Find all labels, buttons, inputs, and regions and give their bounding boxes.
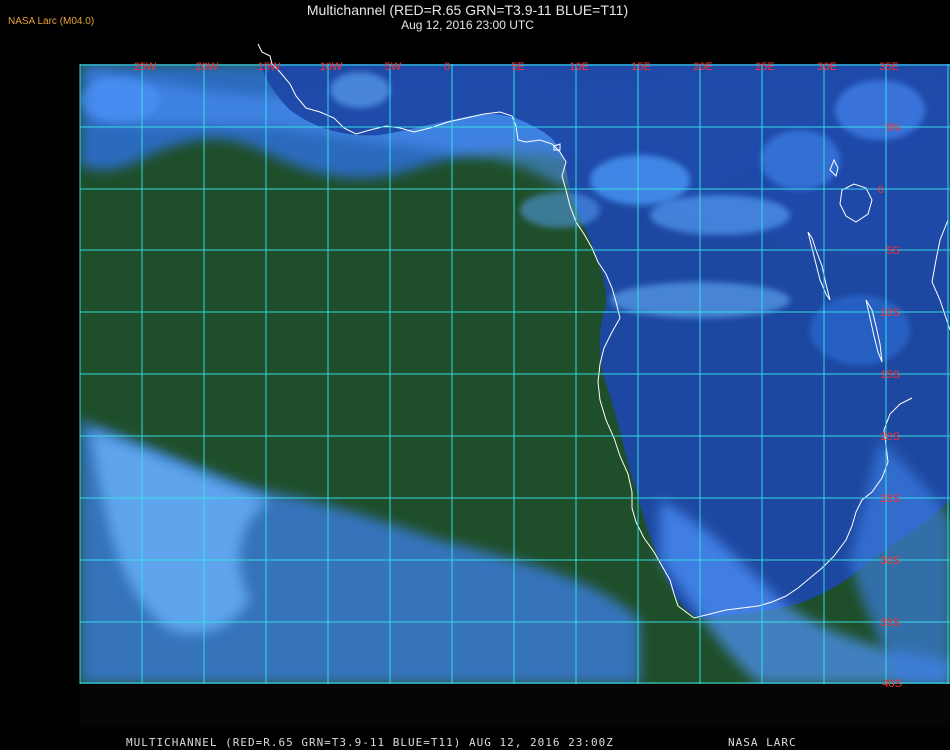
image-footer: MULTICHANNEL (RED=R.65 GRN=T3.9-11 BLUE=… [0,728,950,750]
lon-label: 30E [817,61,837,73]
lon-label: 15W [258,61,281,73]
lat-label: 0 [878,184,884,196]
lon-label: 20W [196,61,219,73]
lon-label: 20E [693,61,713,73]
lat-label: 15S [880,369,900,381]
lon-label: 15E [631,61,651,73]
lon-label: 10E [569,61,589,73]
lon-label: 35E [879,61,899,73]
lon-label: 25E [755,61,775,73]
lat-label: 25S [880,493,900,505]
lat-label: 35S [880,617,900,629]
footer-credit: NASA LARC [728,736,797,749]
lon-label: 0 [444,61,450,73]
lat-label: 20S [880,431,900,443]
lat-label: 40S [882,678,902,690]
lon-label: 5E [511,61,524,73]
lon-label: 5W [385,61,402,73]
lat-label: 30S [880,555,900,567]
lat-label: 5S [887,245,900,257]
lat-label: 10S [880,307,900,319]
lon-label: 25W [134,61,157,73]
satellite-map: 25W 20W 15W 10W 5W 0 5E 10E 15E 20E 25E … [79,43,950,690]
lat-label: 5N [886,122,900,134]
lon-label: 10W [320,61,343,73]
footer-caption: MULTICHANNEL (RED=R.65 GRN=T3.9-11 BLUE=… [126,736,614,749]
